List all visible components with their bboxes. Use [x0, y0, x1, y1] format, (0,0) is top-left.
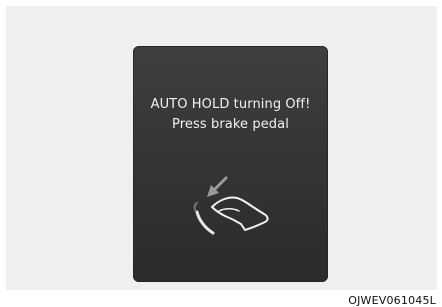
- cluster-display-panel: AUTO HOLD turning Off! Press brake pedal: [133, 46, 328, 282]
- brake-pedal-press-icon: [193, 176, 269, 235]
- warning-message-line-2: Press brake pedal: [172, 117, 289, 132]
- warning-message-line-1: AUTO HOLD turning Off!: [150, 97, 311, 112]
- figure-code-caption: OJWEV061045L: [348, 294, 436, 307]
- illustration-frame: AUTO HOLD turning Off! Press brake pedal: [6, 6, 437, 290]
